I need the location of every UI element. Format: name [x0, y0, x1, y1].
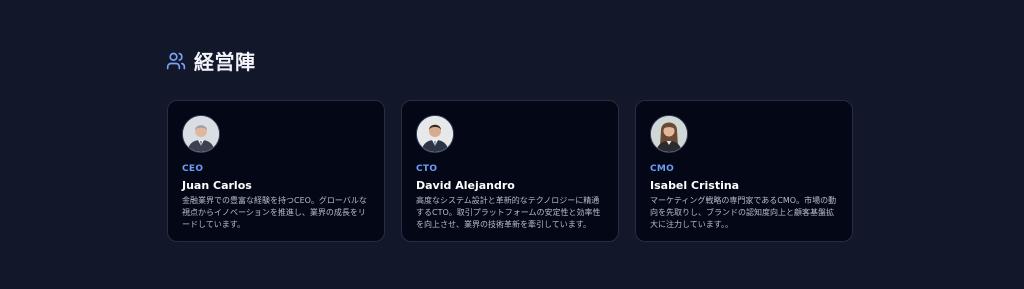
avatar: [650, 115, 688, 153]
member-description: マーケティング戦略の専門家であるCMO。市場の動向を先取りし、ブランドの認知度向…: [650, 196, 837, 229]
member-description: 金融業界での豊富な経験を持つCEO。グローバルな視点からイノベーションを推進し、…: [182, 196, 367, 229]
team-card-list: CEO Juan Carlos 金融業界での豊富な経験を持つCEO。グローバルな…: [167, 100, 853, 242]
users-icon: [166, 51, 186, 71]
team-card-cmo: CMO Isabel Cristina マーケティング戦略の専門家であるCMO。…: [635, 100, 853, 242]
section-header: 経営陣: [166, 46, 256, 75]
role-label: CTO: [416, 164, 438, 174]
role-label: CMO: [650, 164, 675, 174]
team-card-cto: CTO David Alejandro 高度なシステム設計と革新的なテクノロジー…: [401, 100, 619, 242]
role-label: CEO: [182, 164, 204, 174]
member-name: Isabel Cristina: [650, 179, 740, 192]
team-card-ceo: CEO Juan Carlos 金融業界での豊富な経験を持つCEO。グローバルな…: [167, 100, 385, 242]
member-description: 高度なシステム設計と革新的なテクノロジーに精通するCTO。取引プラットフォームの…: [416, 196, 601, 229]
member-name: Juan Carlos: [182, 179, 252, 192]
section-title: 経営陣: [194, 50, 256, 74]
avatar: [182, 115, 220, 153]
member-name: David Alejandro: [416, 179, 515, 192]
page: 経営陣 CEO Juan Carlos 金融業界での豊富な経験を持つCEO。グロ…: [0, 0, 1024, 289]
avatar: [416, 115, 454, 153]
